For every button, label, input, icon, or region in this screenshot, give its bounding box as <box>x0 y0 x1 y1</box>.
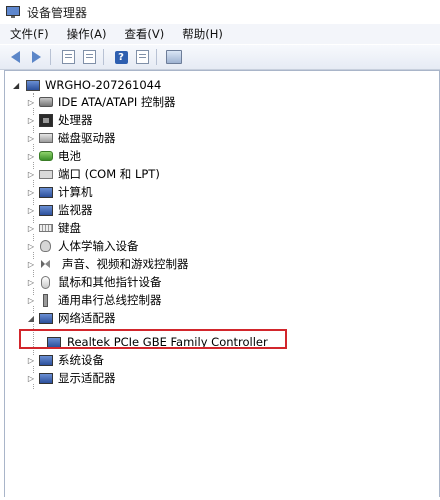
view-icon[interactable] <box>133 48 151 66</box>
tree-node-disk[interactable]: ▷ 磁盘驱动器 <box>27 129 116 147</box>
tree-node-label: 系统设备 <box>58 353 104 367</box>
monitor-icon <box>39 204 53 216</box>
tree-node-label: 键盘 <box>58 221 81 235</box>
expand-arrow-icon[interactable]: ▷ <box>27 205 35 215</box>
expand-arrow-icon[interactable]: ▷ <box>27 133 35 143</box>
port-icon <box>39 169 53 179</box>
display-adapter-icon <box>39 372 53 384</box>
help-icon[interactable]: ? <box>112 48 130 66</box>
tree-node-label: 网络适配器 <box>58 311 116 325</box>
tree-child-realtek[interactable]: Realtek PCIe GBE Family Controller <box>47 333 268 351</box>
tree-root[interactable]: ◢ WRGHO-207261044 <box>13 77 161 93</box>
tree-child-label: Realtek PCIe GBE Family Controller <box>67 335 268 349</box>
menu-action[interactable]: 操作(A) <box>67 26 107 42</box>
tree-node-ports[interactable]: ▷ 端口 (COM 和 LPT) <box>27 165 160 183</box>
properties-icon[interactable] <box>59 48 77 66</box>
sound-icon <box>41 260 50 268</box>
tree-node-usb[interactable]: ▷ 通用串行总线控制器 <box>27 291 162 309</box>
expand-arrow-icon[interactable]: ▷ <box>27 151 35 161</box>
tree-node-label: 人体学输入设备 <box>58 239 139 253</box>
tree-node-display[interactable]: ▷ 显示适配器 <box>27 369 116 387</box>
expand-arrow-icon[interactable]: ▷ <box>27 223 35 233</box>
collapse-arrow-icon[interactable]: ◢ <box>13 81 22 90</box>
menu-file[interactable]: 文件(F) <box>10 26 49 42</box>
tree-node-label: 处理器 <box>58 113 93 127</box>
tree-node-sound[interactable]: ▷ 声音、视频和游戏控制器 <box>27 255 189 273</box>
tree-node-label: 声音、视频和游戏控制器 <box>62 257 189 271</box>
tree-node-label: 鼠标和其他指针设备 <box>58 275 162 289</box>
tree-root-label: WRGHO-207261044 <box>45 78 162 92</box>
tree-node-hid[interactable]: ▷ 人体学输入设备 <box>27 237 139 255</box>
processor-icon <box>39 113 53 127</box>
back-arrow-icon[interactable] <box>6 48 24 66</box>
ide-controller-icon <box>39 97 53 107</box>
toolbar: ? <box>0 44 440 70</box>
disk-drive-icon <box>39 133 53 143</box>
toolbar-separator <box>50 49 51 65</box>
toolbar-separator <box>156 49 157 65</box>
tree-node-keyboard[interactable]: ▷ 键盘 <box>27 219 81 237</box>
tree-node-label: 通用串行总线控制器 <box>58 293 162 307</box>
tree-node-label: 计算机 <box>58 185 93 199</box>
tree-node-label: IDE ATA/ATAPI 控制器 <box>58 95 176 109</box>
tree-node-label: 磁盘驱动器 <box>58 131 116 145</box>
tree-node-label: 电池 <box>58 149 81 163</box>
system-device-icon <box>39 354 53 366</box>
expand-arrow-icon[interactable]: ▷ <box>27 241 35 251</box>
expand-arrow-icon[interactable]: ▷ <box>27 373 35 383</box>
hid-icon <box>40 240 51 252</box>
tree-node-system[interactable]: ▷ 系统设备 <box>27 351 104 369</box>
battery-icon <box>39 151 53 161</box>
keyboard-icon <box>39 224 53 232</box>
device-manager-icon <box>6 6 20 18</box>
usb-icon <box>43 293 48 307</box>
computer-icon <box>39 186 53 198</box>
tree-node-battery[interactable]: ▷ 电池 <box>27 147 81 165</box>
expand-arrow-icon[interactable]: ▷ <box>27 355 35 365</box>
tree-node-processor[interactable]: ▷ 处理器 <box>27 111 93 129</box>
menu-bar: 文件(F) 操作(A) 查看(V) 帮助(H) <box>0 24 440 44</box>
tree-node-label: 端口 (COM 和 LPT) <box>58 167 160 181</box>
tree-node-monitor[interactable]: ▷ 监视器 <box>27 201 93 219</box>
mouse-icon <box>41 275 50 289</box>
computer-icon <box>26 79 40 91</box>
scan-hardware-icon[interactable] <box>165 48 183 66</box>
expand-arrow-icon[interactable]: ▷ <box>27 169 35 179</box>
expand-arrow-icon[interactable]: ▷ <box>27 259 35 269</box>
forward-arrow-icon[interactable] <box>27 48 45 66</box>
tree-node-label: 显示适配器 <box>58 371 116 385</box>
collapse-arrow-icon[interactable]: ◢ <box>27 313 35 323</box>
window-title: 设备管理器 <box>27 5 88 20</box>
tree-node-computer[interactable]: ▷ 计算机 <box>27 183 93 201</box>
network-adapter-icon <box>39 312 53 324</box>
tree-node-ide[interactable]: ▷ IDE ATA/ATAPI 控制器 <box>27 93 175 111</box>
details-icon[interactable] <box>80 48 98 66</box>
expand-arrow-icon[interactable]: ▷ <box>27 277 35 287</box>
toolbar-separator <box>103 49 104 65</box>
tree-node-mouse[interactable]: ▷ 鼠标和其他指针设备 <box>27 273 162 291</box>
expand-arrow-icon[interactable]: ▷ <box>27 97 35 107</box>
tree-node-network-adapter[interactable]: ◢ 网络适配器 <box>27 309 116 327</box>
expand-arrow-icon[interactable]: ▷ <box>27 187 35 197</box>
network-card-icon <box>47 336 61 348</box>
expand-arrow-icon[interactable]: ▷ <box>27 295 35 305</box>
menu-help[interactable]: 帮助(H) <box>182 26 223 42</box>
tree-node-label: 监视器 <box>58 203 93 217</box>
title-bar: 设备管理器 <box>0 0 440 24</box>
device-tree[interactable]: ◢ WRGHO-207261044 ▷ IDE ATA/ATAPI 控制器 ▷ … <box>4 70 440 497</box>
expand-arrow-icon[interactable]: ▷ <box>27 115 35 125</box>
menu-view[interactable]: 查看(V) <box>124 26 164 42</box>
